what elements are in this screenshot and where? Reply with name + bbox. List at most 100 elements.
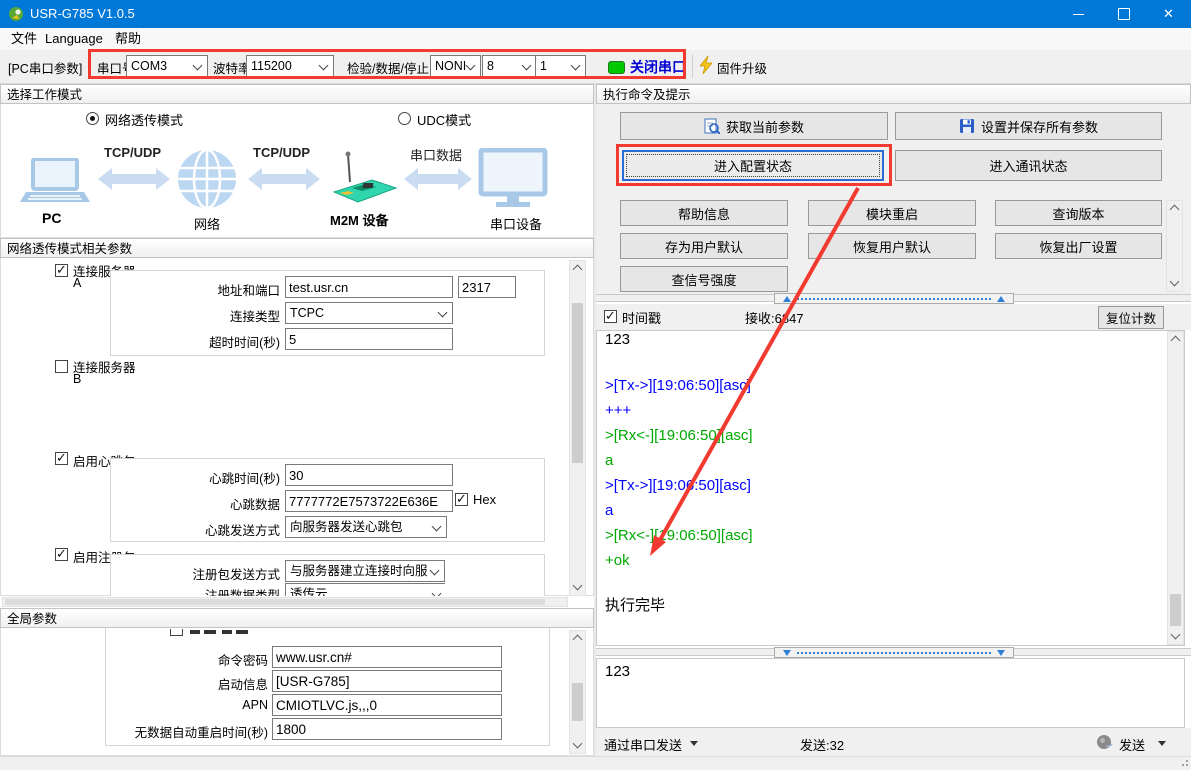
remote-port-input[interactable] xyxy=(458,276,516,298)
lower-splitter[interactable] xyxy=(596,648,1191,656)
query-signal-button[interactable]: 查信号强度 xyxy=(620,266,788,292)
save-icon xyxy=(959,118,975,134)
arrow-pc-network xyxy=(112,174,156,184)
get-params-button[interactable]: 获取当前参数 xyxy=(620,112,888,140)
net-mode-label: 网络透传模式 xyxy=(105,110,183,129)
cmd-password-input[interactable] xyxy=(272,646,502,668)
scroll-down-arrow-icon[interactable] xyxy=(1168,629,1183,644)
menu-file[interactable]: 文件 xyxy=(6,29,42,49)
query-version-button[interactable]: 查询版本 xyxy=(995,200,1162,226)
enter-config-button[interactable]: 进入配置状态 xyxy=(622,150,884,181)
app-icon xyxy=(8,6,24,22)
udc-mode-radio[interactable] xyxy=(398,112,411,125)
reset-count-button[interactable]: 复位计数 xyxy=(1098,306,1164,329)
log-done-line: 执行完毕 xyxy=(605,593,1160,618)
global-scrollbar[interactable] xyxy=(569,630,586,754)
scroll-down-arrow-icon[interactable] xyxy=(570,738,585,753)
link2-label: TCP/UDP xyxy=(253,145,310,160)
parity-select[interactable]: NONI xyxy=(430,55,481,77)
register-enable-checkbox[interactable] xyxy=(55,548,68,561)
hb-mode-select[interactable]: 向服务器发送心跳包 xyxy=(285,516,447,538)
boot-msg-input[interactable] xyxy=(272,670,502,692)
net-params-scrollbar[interactable] xyxy=(569,260,586,596)
collapse-up-icon[interactable] xyxy=(997,296,1005,302)
command-panel-scrollbar[interactable] xyxy=(1166,200,1183,292)
port-select[interactable]: COM3 xyxy=(126,55,208,77)
apn-input[interactable] xyxy=(272,694,502,716)
resize-grip[interactable] xyxy=(1176,758,1188,768)
auto-restart-input[interactable] xyxy=(272,718,502,740)
global-params-header: 全局参数 xyxy=(0,608,594,628)
splitter-handle[interactable] xyxy=(774,647,1014,658)
send-button[interactable]: 发送 xyxy=(1119,735,1145,754)
hb-data-input[interactable] xyxy=(285,490,453,512)
hb-time-input[interactable] xyxy=(285,464,453,486)
server-b-label: 连接服务器 xyxy=(73,357,136,376)
status-strip xyxy=(0,756,1191,770)
restore-user-default-button[interactable]: 恢复用户默认 xyxy=(808,233,976,259)
menu-help[interactable]: 帮助 xyxy=(110,29,146,49)
send-via-serial-dropdown[interactable]: 通过串口发送 xyxy=(604,735,682,754)
save-user-default-button[interactable]: 存为用户默认 xyxy=(620,233,788,259)
cmd-password-label: 命令密码 xyxy=(60,650,268,669)
dropdown-caret-icon[interactable] xyxy=(690,741,698,746)
serial-device-label: 串口设备 xyxy=(490,214,542,233)
timeout-input[interactable] xyxy=(285,328,453,350)
scroll-down-arrow-icon[interactable] xyxy=(570,580,585,595)
scroll-up-arrow-icon[interactable] xyxy=(570,631,585,646)
scroll-up-arrow-icon[interactable] xyxy=(1168,332,1183,347)
send-text-area[interactable]: 123 xyxy=(596,658,1185,728)
heartbeat-enable-checkbox[interactable] xyxy=(55,452,68,465)
minimize-button[interactable] xyxy=(1056,0,1101,28)
help-info-button[interactable]: 帮助信息 xyxy=(620,200,788,226)
server-b-checkbox[interactable] xyxy=(55,360,68,373)
server-a-label2: A xyxy=(73,276,81,290)
address-input[interactable] xyxy=(285,276,453,298)
enter-comm-button[interactable]: 进入通讯状态 xyxy=(895,150,1162,181)
speaker-icon xyxy=(1096,733,1113,750)
factory-reset-button[interactable]: 恢复出厂设置 xyxy=(995,233,1162,259)
scroll-up-arrow-icon[interactable] xyxy=(1167,201,1182,216)
scroll-down-arrow-icon[interactable] xyxy=(1167,276,1182,291)
scroll-up-arrow-icon[interactable] xyxy=(570,261,585,276)
collapse-down-icon[interactable] xyxy=(997,650,1005,656)
net-params-hscrollbar[interactable] xyxy=(2,597,568,607)
scrollbar-thumb[interactable] xyxy=(572,303,583,463)
collapse-up-icon[interactable] xyxy=(783,296,791,302)
upper-splitter[interactable] xyxy=(596,294,1191,302)
menu-bar: 文件 Language 帮助 xyxy=(0,28,1191,50)
splitter-handle[interactable] xyxy=(774,293,1014,304)
scrollbar-thumb[interactable] xyxy=(572,683,583,721)
log-scrollbar[interactable] xyxy=(1167,331,1184,645)
reg-mode-label: 注册包发送方式 xyxy=(115,564,280,583)
log-line: 123 xyxy=(605,327,1160,352)
log-line: >[Tx->][19:06:50][asc] xyxy=(605,473,1160,498)
menu-language[interactable]: Language xyxy=(40,29,108,49)
baud-label: 波特率 xyxy=(213,58,251,77)
set-save-params-button[interactable]: 设置并保存所有参数 xyxy=(895,112,1162,140)
close-button[interactable]: ✕ xyxy=(1146,0,1191,28)
maximize-button[interactable] xyxy=(1101,0,1146,28)
baud-select[interactable]: 115200 xyxy=(246,55,334,77)
collapse-down-icon[interactable] xyxy=(783,650,791,656)
stopbits-select[interactable]: 1 xyxy=(535,55,586,77)
send-dropdown-caret-icon[interactable] xyxy=(1158,741,1166,746)
firmware-upgrade-button[interactable]: 固件升级 xyxy=(717,58,767,77)
timestamp-checkbox[interactable] xyxy=(604,310,617,323)
log-line: a xyxy=(605,448,1160,473)
reg-type-select-clipped[interactable]: 透传云 xyxy=(285,583,445,596)
apn-label: APN xyxy=(60,698,268,712)
globe-icon xyxy=(176,148,238,210)
server-a-checkbox[interactable] xyxy=(55,264,68,277)
module-reboot-button[interactable]: 模块重启 xyxy=(808,200,976,226)
net-mode-radio[interactable] xyxy=(86,112,99,125)
conn-type-select[interactable]: TCPC xyxy=(285,302,453,324)
hscrollbar-thumb[interactable] xyxy=(5,599,545,605)
reg-mode-select[interactable]: 与服务器建立连接时向服 xyxy=(285,560,445,582)
close-serial-button[interactable]: 关闭串口 xyxy=(630,57,686,77)
hb-mode-label: 心跳发送方式 xyxy=(115,520,280,539)
scrollbar-thumb[interactable] xyxy=(1170,594,1181,626)
hex-checkbox[interactable] xyxy=(455,493,468,506)
databits-select[interactable]: 8 xyxy=(482,55,537,77)
log-area[interactable]: 123 >[Tx->][19:06:50][asc] +++ >[Rx<-][1… xyxy=(596,330,1185,646)
